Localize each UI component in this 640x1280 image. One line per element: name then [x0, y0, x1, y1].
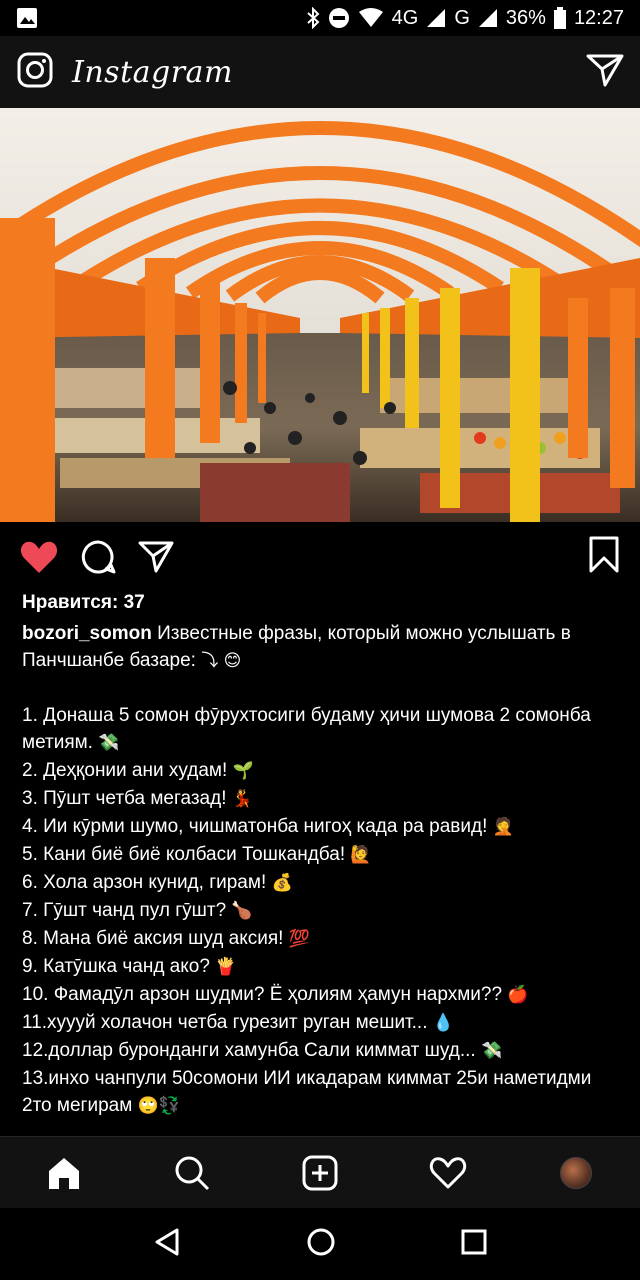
phrase-list: 1. Донаша 5 сомон фӯрухтосиги будаму ҳич…: [22, 702, 622, 1120]
comment-icon[interactable]: [80, 539, 116, 575]
avatar: [560, 1156, 592, 1189]
caption-line-text: 3. Пӯшт четба мегазад!: [22, 788, 227, 809]
system-navigation: [0, 1208, 640, 1280]
camera-icon[interactable]: [16, 51, 54, 94]
caption-line-emoji: 💰: [271, 873, 293, 893]
caption-line-text: 4. Ии кӯрми шумо, чишматонба нигоҳ када …: [22, 816, 488, 837]
caption-line-emoji: 🍗: [231, 901, 253, 921]
caption-line-text: 10. Фамадӯл арзон шудми? Ё ҳолиям ҳамун …: [22, 984, 503, 1005]
network-4g-label: 4G: [391, 6, 419, 29]
caption-line: 4. Ии кӯрми шумо, чишматонба нигоҳ када …: [22, 813, 622, 841]
caption-line-emoji: 💃: [231, 789, 253, 809]
search-icon[interactable]: [162, 1143, 222, 1203]
caption-line-text: 2. Деҳқонии ани худам!: [22, 760, 228, 781]
caption-line-text: 13.инхо чанпули 50сомони ИИ икадарам ким…: [22, 1068, 592, 1116]
caption-line-text: 8. Мана биё аксия шуд аксия!: [22, 928, 284, 949]
add-post-icon[interactable]: [290, 1143, 350, 1203]
signal-2-icon: [478, 8, 498, 28]
caption-line-emoji: 🤦: [492, 817, 514, 837]
caption-line: 13.инхо чанпули 50сомони ИИ икадарам ким…: [22, 1065, 622, 1120]
caption-line-emoji: 💸: [480, 1041, 503, 1061]
caption-line-emoji: 🙄💱: [137, 1096, 180, 1116]
caption-line-text: 9. Катӯшка чанд ако?: [22, 956, 210, 977]
bookmark-icon[interactable]: [588, 536, 620, 579]
recents-icon[interactable]: [461, 1229, 487, 1260]
caption-line-text: 11.хуууй холачон четба гурезит руган меш…: [22, 1012, 428, 1033]
caption-line: 2. Деҳқонии ани худам! 🌱: [22, 757, 622, 785]
signal-icon: [426, 8, 446, 28]
post-caption: bozori_somon Известные фразы, который мо…: [22, 620, 622, 1120]
post-username[interactable]: bozori_somon: [22, 623, 152, 644]
caption-line-emoji: 🌱: [232, 761, 254, 781]
caption-line: 9. Катӯшка чанд ако? 🍟: [22, 953, 622, 981]
caption-line-emoji: 🍟: [215, 957, 237, 977]
caption-line: 5. Кани биё биё колбаси Тошкандба! 🙋: [22, 841, 622, 869]
caption-line-emoji: 🙋: [350, 845, 372, 865]
home-circle-icon[interactable]: [306, 1227, 336, 1262]
caption-intro-emoji: ⤵ 😊: [201, 651, 242, 671]
caption-line-emoji: 💸: [98, 733, 120, 753]
bottom-navigation: [0, 1136, 640, 1208]
instagram-logo: Instagram: [72, 54, 233, 90]
do-not-disturb-icon: [328, 7, 350, 29]
wifi-icon: [358, 8, 384, 28]
activity-heart-icon[interactable]: [418, 1143, 478, 1203]
caption-line: 12.доллар буронданги хамунба Сали киммат…: [22, 1037, 622, 1065]
heart-icon[interactable]: [20, 540, 58, 574]
back-icon[interactable]: [153, 1227, 181, 1262]
status-bar: 4G G 36% 12:27: [0, 0, 640, 36]
caption-line-emoji: 🍎: [507, 985, 529, 1005]
caption-line-text: 12.доллар буронданги хамунба Сали киммат…: [22, 1040, 476, 1061]
caption-line: 10. Фамадӯл арзон шудми? Ё ҳолиям ҳамун …: [22, 981, 622, 1009]
bluetooth-icon: [306, 7, 320, 29]
profile-avatar[interactable]: [546, 1143, 606, 1203]
battery-icon: [553, 7, 566, 29]
caption-line-text: 7. Гӯшт чанд пул гӯшт?: [22, 900, 227, 921]
post-actions: [0, 522, 640, 592]
caption-line-emoji: 💧: [432, 1013, 454, 1033]
app-bar: Instagram: [0, 36, 640, 108]
caption-line: 11.хуууй холачон четба гурезит руган меш…: [22, 1009, 622, 1037]
caption-line: 3. Пӯшт четба мегазад! 💃: [22, 785, 622, 813]
caption-line: 1. Донаша 5 сомон фӯрухтосиги будаму ҳич…: [22, 702, 622, 757]
network-g-label: G: [454, 6, 470, 29]
share-icon[interactable]: [138, 540, 174, 574]
caption-line: 8. Мана биё аксия шуд аксия! 💯: [22, 925, 622, 953]
home-icon[interactable]: [34, 1143, 94, 1203]
direct-message-icon[interactable]: [586, 53, 624, 92]
caption-line: 6. Хола арзон кунид, гирам! 💰: [22, 869, 622, 897]
caption-line-emoji: 💯: [288, 929, 310, 949]
caption-line: 7. Гӯшт чанд пул гӯшт? 🍗: [22, 897, 622, 925]
image-icon: [16, 7, 38, 29]
post-photo[interactable]: [0, 108, 640, 522]
caption-line-text: 5. Кани биё биё колбаси Тошкандба!: [22, 844, 346, 865]
caption-line-text: 6. Хола арзон кунид, гирам!: [22, 872, 267, 893]
likes-count[interactable]: Нравится: 37: [22, 592, 145, 614]
clock: 12:27: [573, 6, 624, 29]
battery-percent: 36%: [505, 6, 546, 29]
